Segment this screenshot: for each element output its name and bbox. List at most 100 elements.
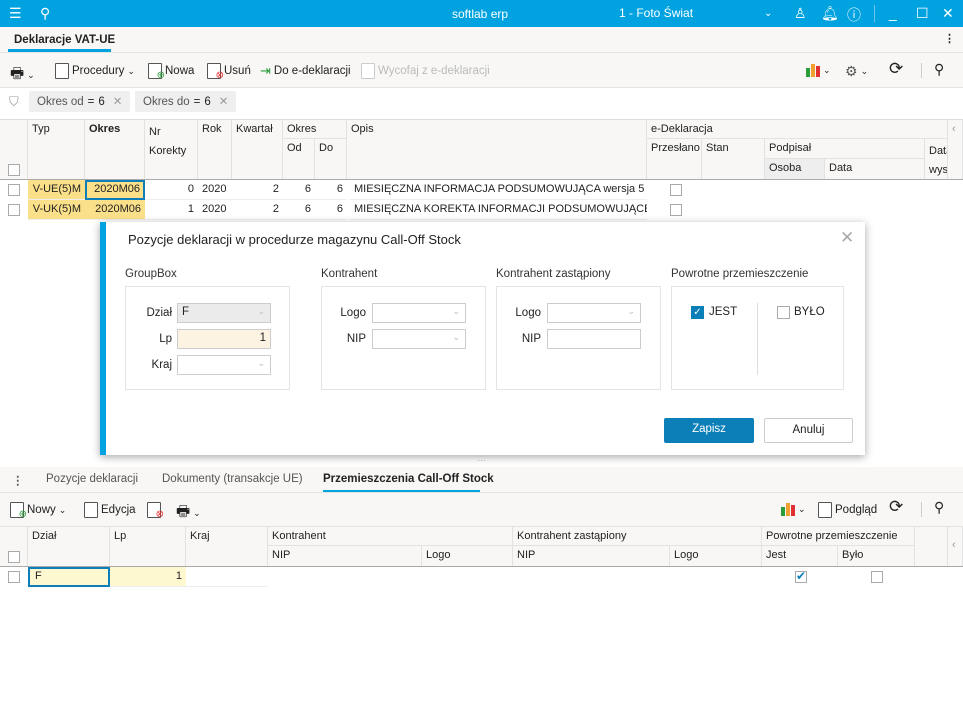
edycja-button[interactable]: Edycja	[84, 502, 136, 518]
row-checkbox[interactable]	[8, 204, 20, 216]
bylo-checkbox[interactable]	[777, 306, 790, 319]
nowa-button[interactable]: ⊕ Nowa	[148, 63, 195, 81]
col-kraj[interactable]: Kraj	[186, 527, 268, 567]
refresh-icon[interactable]: ⟳	[889, 59, 903, 79]
remove-filter-icon[interactable]: ✕	[113, 96, 123, 108]
cell-kwartal: 2	[232, 200, 283, 220]
edit-document-icon	[84, 502, 98, 518]
col-okres[interactable]: Okres	[85, 120, 145, 180]
filter-bar: ⛉ Okres od = 6 ✕ Okres do = 6 ✕	[0, 88, 963, 120]
col-dzial[interactable]: Dział	[28, 527, 110, 567]
more-icon[interactable]: ⋮	[944, 32, 955, 45]
close-icon[interactable]: ✕	[942, 5, 954, 22]
col-logo[interactable]: Logo	[422, 546, 513, 567]
usun-button[interactable]: ⊗ Usuń	[207, 63, 251, 81]
settings-button[interactable]: ⚙ ⌄	[845, 63, 868, 80]
nowa-label: Nowa	[165, 65, 195, 77]
print-button[interactable]: 🖶︎ ⌄	[176, 501, 201, 526]
cell-do: 6	[315, 180, 347, 200]
search-icon[interactable]: ⚲	[40, 5, 50, 22]
select-all-checkbox[interactable]	[8, 164, 20, 176]
col-od[interactable]: Od	[283, 139, 315, 180]
row-checkbox[interactable]	[8, 184, 20, 196]
chevron-down-icon[interactable]: ⌄	[764, 8, 772, 19]
col-logo-zastapiony[interactable]: Logo	[670, 546, 762, 567]
col-bylo[interactable]: Było	[838, 546, 915, 567]
kontrahent-zastapiony-title: Kontrahent zastąpiony	[496, 268, 611, 280]
col-osoba[interactable]: Osoba	[765, 159, 825, 180]
tab-pozycje-deklaracji[interactable]: Pozycje deklaracji	[46, 473, 138, 485]
col-kwartal[interactable]: Kwartał	[232, 120, 283, 180]
col-nr-korekty[interactable]: Nr Korekty	[145, 120, 198, 180]
col-stan[interactable]: Stan	[702, 139, 765, 180]
jest-checkbox[interactable]: ✓	[691, 306, 704, 319]
lp-input[interactable]: 1	[177, 329, 271, 349]
col-group-edeklaracja: e-Deklaracja	[647, 120, 948, 139]
tab-deklaracje-vat-ue[interactable]: Deklaracje VAT-UE	[14, 34, 115, 46]
cancel-button[interactable]: Anuluj	[764, 418, 853, 443]
minimize-icon[interactable]: _	[889, 5, 897, 21]
przeslano-checkbox[interactable]	[670, 204, 682, 216]
save-button[interactable]: Zapisz	[664, 418, 754, 443]
col-do[interactable]: Do	[315, 139, 347, 180]
col-data-wysylki[interactable]: Data wys	[925, 139, 948, 180]
user-icon[interactable]: ♙	[794, 5, 807, 22]
zastapiony-logo-select[interactable]: ⌄	[547, 303, 641, 323]
more-icon[interactable]: ⋮	[12, 473, 24, 487]
kraj-select[interactable]: ⌄	[177, 355, 271, 375]
bar-chart-icon	[806, 63, 820, 77]
search-filter-icon[interactable]: ⚲	[934, 61, 944, 78]
print-button[interactable]: 🖶︎ ⌄	[10, 63, 35, 88]
refresh-icon[interactable]: ⟳	[889, 497, 903, 517]
scroll-left-icon[interactable]: ‹	[948, 120, 963, 180]
jest-label: JEST	[709, 306, 738, 318]
jest-checkbox[interactable]: ✔	[795, 570, 807, 583]
podglad-button[interactable]: Podgląd	[818, 502, 877, 518]
company-selector[interactable]: 1 - Foto Świat	[619, 6, 693, 20]
tab-dokumenty[interactable]: Dokumenty (transakcje UE)	[162, 473, 303, 485]
nowy-button[interactable]: ⊕ Nowy ⌄	[10, 502, 66, 520]
header-label: Nr	[149, 126, 161, 138]
do-edeklaracji-button[interactable]: ⇥ Do e-deklaracji	[260, 63, 351, 79]
filter-chip-okres-od[interactable]: Okres od = 6 ✕	[29, 91, 131, 112]
col-lp[interactable]: Lp	[110, 527, 186, 567]
chart-button[interactable]: ⌄	[781, 502, 806, 516]
zastapiony-nip-input[interactable]	[547, 329, 641, 349]
cell-opis: MIESIĘCZNA INFORMACJA PODSUMOWUJĄCA wers…	[350, 180, 647, 200]
cell-dzial[interactable]: F	[28, 567, 110, 587]
splitter-handle[interactable]: ···	[0, 457, 963, 467]
filter-icon[interactable]: ⛉	[9, 94, 19, 110]
col-jest[interactable]: Jest	[762, 546, 838, 567]
col-data[interactable]: Data	[825, 159, 925, 180]
select-all-checkbox[interactable]	[8, 551, 20, 563]
close-icon[interactable]: ✕	[840, 228, 854, 248]
kontrahent-nip-select[interactable]: ⌄	[372, 329, 466, 349]
col-nip-zastapiony[interactable]: NIP	[513, 546, 670, 567]
col-group-okres: Okres	[283, 120, 347, 139]
delete-button[interactable]: ⊗	[147, 502, 164, 520]
groupbox: Dział F ⌄ Lp 1 Kraj ⌄	[125, 286, 290, 390]
menu-icon[interactable]: ☰	[9, 5, 22, 22]
col-nip[interactable]: NIP	[268, 546, 422, 567]
col-rok[interactable]: Rok	[198, 120, 232, 180]
filter-chip-okres-do[interactable]: Okres do = 6 ✕	[135, 91, 237, 112]
row-checkbox[interactable]	[8, 571, 20, 583]
col-opis[interactable]: Opis	[347, 120, 647, 180]
bell-icon[interactable]: 🔔︎	[821, 5, 839, 22]
chart-button[interactable]: ⌄	[806, 63, 831, 77]
cell-okres[interactable]: 2020M06	[85, 180, 145, 200]
col-przeslano[interactable]: Przesłano	[647, 139, 702, 180]
kontrahent-logo-select[interactable]: ⌄	[372, 303, 466, 323]
bylo-checkbox[interactable]	[871, 571, 883, 583]
col-typ[interactable]: Typ	[28, 120, 85, 180]
scroll-left-icon[interactable]: ‹	[948, 527, 963, 567]
procedury-button[interactable]: Procedury ⌄	[55, 63, 135, 79]
help-icon[interactable]: ⓘ	[847, 5, 861, 25]
przeslano-checkbox[interactable]	[670, 184, 682, 196]
maximize-icon[interactable]: ☐	[916, 5, 929, 22]
tab-przemieszczenia[interactable]: Przemieszczenia Call-Off Stock	[323, 473, 494, 485]
remove-filter-icon[interactable]: ✕	[219, 96, 229, 108]
search-filter-icon[interactable]: ⚲	[934, 499, 944, 516]
dzial-select[interactable]: F ⌄	[177, 303, 271, 323]
filter-label: Okres do	[143, 96, 190, 108]
